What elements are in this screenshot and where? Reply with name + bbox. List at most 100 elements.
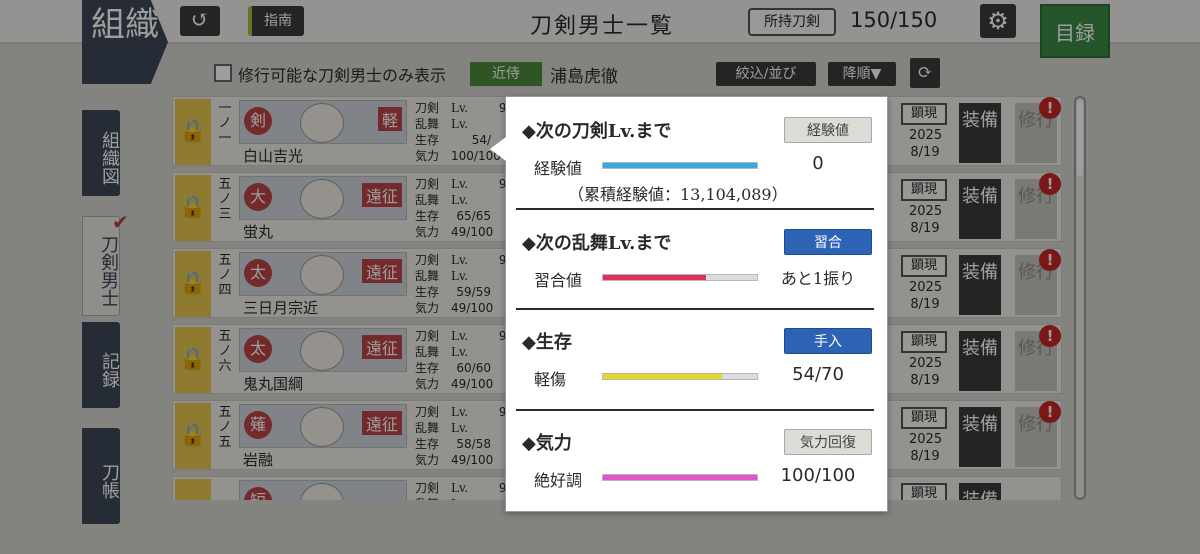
stat-key: 刀剣 bbox=[415, 329, 440, 343]
character-face bbox=[300, 483, 344, 500]
stat-morale: 49/100 bbox=[451, 453, 494, 467]
sword-portrait[interactable]: 薙 遠征 bbox=[239, 404, 407, 448]
manifest-year: 2025 bbox=[909, 280, 943, 295]
side-tab-records[interactable]: 記録 bbox=[82, 322, 120, 408]
sword-name: 白山吉光 bbox=[243, 147, 304, 165]
manifest-year: 2025 bbox=[909, 204, 943, 219]
organization-tab[interactable]: 組織 bbox=[82, 0, 168, 84]
sword-portrait[interactable]: 太 遠征 bbox=[239, 252, 407, 296]
divider bbox=[516, 208, 874, 210]
character-face bbox=[300, 179, 344, 219]
stat-key: 生存 bbox=[415, 437, 440, 451]
manifest-day: 8/19 bbox=[910, 145, 940, 160]
equip-button[interactable]: 装備 bbox=[959, 255, 1001, 315]
lock-icon[interactable]: 🔒 bbox=[175, 403, 211, 469]
popup-pointer bbox=[490, 137, 506, 161]
divider bbox=[516, 308, 874, 310]
catalog-button[interactable]: 目録 bbox=[1040, 4, 1110, 58]
lock-icon[interactable]: 🔒 bbox=[175, 99, 211, 165]
stat-key: 生存 bbox=[415, 285, 440, 299]
manifest-date: 2025 8/19 bbox=[909, 279, 943, 313]
stat-key: 気力 bbox=[415, 301, 440, 315]
filter-sort-button[interactable]: 絞込/並び bbox=[716, 62, 816, 86]
stat-block: 刀剣Lv.99乱舞Lv.6生存59/59気力49/100 bbox=[415, 252, 514, 316]
manifest-date: 2025 8/19 bbox=[909, 431, 943, 465]
team-position: 一ノ一 bbox=[218, 101, 232, 146]
refresh-icon: ⟳ bbox=[917, 62, 933, 83]
bar-fill bbox=[603, 374, 722, 379]
merge-bar bbox=[602, 274, 758, 281]
lv-label: Lv. bbox=[451, 405, 469, 419]
sword-name: 三日月宗近 bbox=[243, 299, 319, 317]
organization-tab-label: 組織 bbox=[91, 5, 159, 45]
equip-button[interactable]: 装備 bbox=[959, 103, 1001, 163]
lv-label: Lv. bbox=[451, 496, 468, 500]
manifest-date: 2025 8/19 bbox=[909, 203, 943, 237]
sword-portrait[interactable]: 大 遠征 bbox=[239, 176, 407, 220]
experience-button[interactable]: 経験値 bbox=[784, 117, 872, 143]
stat-key: 刀剣 bbox=[415, 177, 440, 191]
lv-label: Lv. bbox=[451, 101, 469, 115]
character-face bbox=[300, 407, 344, 447]
kinji-badge: 近侍 bbox=[470, 62, 542, 86]
stat-key: 気力 bbox=[415, 149, 440, 163]
undo-arrow-icon: ↺ bbox=[190, 8, 210, 33]
sword-type-seal: 薙 bbox=[244, 411, 272, 439]
gear-icon: ⚙ bbox=[987, 7, 1009, 35]
sort-order-button[interactable]: 降順▼ bbox=[828, 62, 896, 86]
divider bbox=[516, 409, 874, 411]
manifest-badge: 顕現 bbox=[901, 255, 947, 277]
sword-type-seal: 大 bbox=[244, 183, 272, 211]
manifest-badge: 顕現 bbox=[901, 483, 947, 500]
scrollbar-thumb[interactable] bbox=[1077, 100, 1083, 176]
section-title: ◆生存 bbox=[522, 332, 572, 353]
lv-label: Lv. bbox=[451, 253, 469, 267]
repair-button[interactable]: 手入 bbox=[784, 328, 872, 354]
character-face bbox=[300, 255, 344, 295]
alert-icon: ! bbox=[1039, 325, 1061, 347]
stat-morale: 49/100 bbox=[451, 377, 494, 391]
equip-button[interactable]: 装備 bbox=[959, 407, 1001, 467]
kinji-name: 浦島虎徹 bbox=[550, 67, 618, 87]
manifest-year: 2025 bbox=[909, 432, 943, 447]
back-button[interactable]: ↺ bbox=[180, 6, 220, 36]
side-tab-organization-chart[interactable]: 組織図 bbox=[82, 110, 120, 196]
lock-icon[interactable]: 🔒 bbox=[175, 175, 211, 241]
lock-icon[interactable]: 🔒 bbox=[175, 251, 211, 317]
stat-key: 刀剣 bbox=[415, 481, 440, 495]
manifest-badge: 顕現 bbox=[901, 331, 947, 353]
stat-key: 生存 bbox=[415, 209, 440, 223]
list-scrollbar[interactable] bbox=[1074, 96, 1086, 500]
refresh-button[interactable]: ⟳ bbox=[910, 58, 940, 88]
page-title: 刀剣男士一覧 bbox=[530, 14, 675, 39]
character-face bbox=[300, 331, 344, 371]
manifest-badge: 顕現 bbox=[901, 407, 947, 429]
stat-morale: 49/100 bbox=[451, 301, 494, 315]
checkmark-icon: ✔ bbox=[112, 210, 129, 234]
sword-portrait[interactable]: 太 遠征 bbox=[239, 328, 407, 372]
bar-fill bbox=[603, 275, 707, 280]
section-title: ◆次の刀剣Lv.まで bbox=[522, 121, 672, 142]
trainable-only-checkbox[interactable] bbox=[214, 64, 232, 82]
team-position: 五ノ五 bbox=[218, 405, 232, 450]
sword-portrait[interactable]: 剣軽 bbox=[239, 100, 407, 144]
guide-button[interactable]: 指南 bbox=[248, 6, 304, 36]
lv-label: Lv. bbox=[451, 177, 469, 191]
equip-button[interactable]: 装備 bbox=[959, 179, 1001, 239]
settings-button[interactable]: ⚙ bbox=[980, 4, 1016, 38]
stat-block: 刀剣Lv.99乱舞Lv.1生存気力 bbox=[415, 480, 514, 500]
side-tab-sword-book[interactable]: 刀帳 bbox=[82, 428, 120, 524]
equip-button[interactable]: 装備 bbox=[959, 483, 1001, 500]
status-tag: 遠征 bbox=[361, 259, 402, 283]
lock-icon[interactable]: 🔒 bbox=[175, 327, 211, 393]
lock-icon[interactable]: 🔒 bbox=[175, 479, 211, 500]
sword-portrait[interactable]: 短 bbox=[239, 480, 407, 500]
merge-button[interactable]: 習合 bbox=[784, 229, 872, 255]
bar-label: 軽傷 bbox=[534, 370, 567, 389]
stat-key: 刀剣 bbox=[415, 101, 440, 115]
stat-hp: 58/58 bbox=[456, 437, 491, 451]
sword-name: 岩融 bbox=[243, 451, 274, 469]
morale-recovery-button[interactable]: 気力回復 bbox=[784, 429, 872, 455]
stat-key: 刀剣 bbox=[415, 405, 440, 419]
equip-button[interactable]: 装備 bbox=[959, 331, 1001, 391]
